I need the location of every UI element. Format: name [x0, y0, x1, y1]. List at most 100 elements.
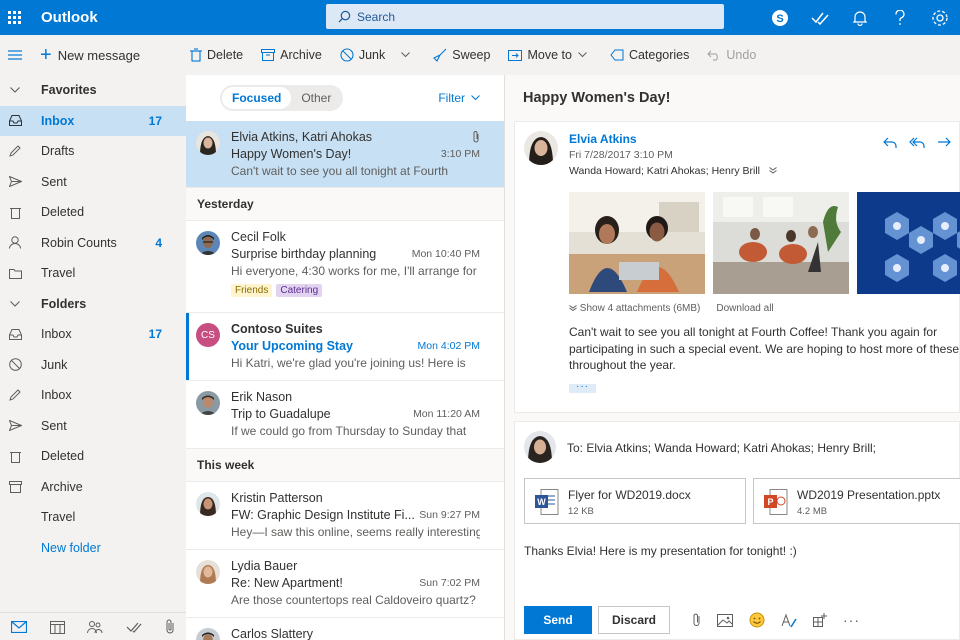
plus-icon: +	[40, 44, 52, 66]
list-item[interactable]: Carlos Slattery	[186, 618, 504, 640]
sweep-button[interactable]: Sweep	[433, 48, 490, 62]
message-subject: FW: Graphic Design Institute Fi...	[231, 508, 415, 522]
reply-icon[interactable]	[883, 137, 897, 149]
list-item[interactable]: Elvia Atkins, Katri Ahokas Happy Women's…	[186, 121, 504, 188]
show-attachments-link[interactable]: Show 4 attachments (6MB)	[569, 303, 700, 314]
search-input[interactable]: Search	[326, 4, 724, 29]
categories-button[interactable]: Categories	[610, 48, 689, 62]
inbox-icon	[8, 114, 22, 128]
insert-image-icon[interactable]	[717, 613, 733, 627]
chevron-down-icon[interactable]	[8, 297, 22, 311]
photo-attachment[interactable]	[569, 192, 705, 294]
word-doc-icon: W	[535, 489, 559, 515]
sidebar-item-folder-sent[interactable]: Sent	[0, 411, 186, 442]
photo-attachment[interactable]	[857, 192, 960, 294]
settings-gear-icon[interactable]	[920, 0, 960, 35]
tag-friends[interactable]: Friends	[231, 284, 273, 297]
send-icon	[8, 175, 22, 189]
folder-icon	[8, 266, 22, 280]
conversation-subject: Happy Women's Day!	[523, 90, 671, 106]
send-button[interactable]: Send	[524, 606, 592, 634]
hamburger-menu-icon[interactable]	[0, 50, 30, 60]
skype-icon[interactable]: S	[760, 0, 800, 35]
attached-file[interactable]: P WD2019 Presentation.pptx 4.2 MB	[753, 478, 960, 524]
expand-chevron-icon[interactable]	[769, 167, 777, 174]
message-preview: Can't wait to see you all tonight at Fou…	[231, 164, 449, 178]
message-subject: Trip to Guadalupe	[231, 407, 331, 421]
person-icon	[8, 236, 22, 250]
broom-icon	[433, 48, 447, 62]
sidebar-item-drafts[interactable]: Drafts	[0, 136, 186, 167]
todo-check-icon[interactable]	[800, 0, 840, 35]
paperclip-icon[interactable]	[165, 619, 175, 634]
reply-actions	[883, 137, 951, 149]
message-time: Mon 11:20 AM	[413, 408, 480, 420]
sidebar-item-robin-counts[interactable]: Robin Counts 4	[0, 228, 186, 259]
chevron-down-icon[interactable]	[401, 52, 411, 58]
sidebar-item-deleted[interactable]: Deleted	[0, 197, 186, 228]
undo-button[interactable]: Undo	[707, 48, 756, 62]
svg-text:W: W	[537, 497, 546, 507]
sidebar-item-folder-inbox[interactable]: Inbox 17	[0, 319, 186, 350]
help-icon[interactable]	[880, 0, 920, 35]
sidebar-item-folder-junk[interactable]: Junk	[0, 350, 186, 381]
show-more-button[interactable]: ···	[569, 382, 596, 393]
discard-button[interactable]: Discard	[598, 606, 670, 634]
calendar-icon[interactable]	[49, 620, 65, 634]
sidebar-item-folder-deleted[interactable]: Deleted	[0, 441, 186, 472]
mail-icon[interactable]	[11, 620, 28, 633]
sidebar-item-sent[interactable]: Sent	[0, 167, 186, 198]
todo-icon[interactable]	[126, 621, 142, 633]
search-placeholder: Search	[357, 9, 396, 24]
format-text-icon[interactable]	[781, 613, 797, 628]
sidebar-item-folder-archive[interactable]: Archive	[0, 472, 186, 503]
reply-recipients[interactable]: To: Elvia Atkins; Wanda Howard; Katri Ah…	[567, 441, 876, 455]
photo-attachment[interactable]	[713, 192, 849, 294]
add-ins-icon[interactable]	[813, 613, 827, 627]
tab-other[interactable]: Other	[291, 87, 341, 109]
list-item[interactable]: Cecil Folk Surprise birthday planning Mo…	[186, 221, 504, 313]
favorites-header[interactable]: Favorites	[0, 75, 186, 106]
sidebar-item-travel[interactable]: Travel	[0, 258, 186, 289]
avatar-initials: CS	[201, 329, 215, 341]
sidebar-item-inbox[interactable]: Inbox 17	[0, 105, 186, 136]
message-body: Can't wait to see you all tonight at Fou…	[569, 325, 960, 372]
people-icon[interactable]	[87, 620, 103, 634]
chevron-down-icon[interactable]	[8, 83, 22, 97]
forward-icon[interactable]	[937, 137, 951, 149]
more-options-icon[interactable]: ···	[843, 612, 860, 628]
message-subject: Re: New Apartment!	[231, 576, 343, 590]
sent-date: Fri 7/28/2017 3:10 PM	[569, 149, 673, 161]
filter-button[interactable]: Filter	[438, 91, 480, 105]
tab-focused[interactable]: Focused	[222, 87, 292, 109]
reply-body[interactable]: Thanks Elvia! Here is my presentation fo…	[524, 544, 797, 558]
reply-all-icon[interactable]	[909, 137, 925, 149]
download-all-link[interactable]: Download all	[716, 303, 773, 314]
top-bar: Outlook Search S	[0, 0, 960, 35]
new-folder-link[interactable]: New folder	[0, 533, 186, 564]
avatar	[196, 628, 220, 640]
undo-label: Undo	[726, 48, 757, 62]
list-item[interactable]: CS Contoso Suites Your Upcoming Stay Mon…	[186, 313, 504, 381]
archive-button[interactable]: Archive	[261, 48, 322, 62]
app-launcher-icon[interactable]	[0, 0, 28, 35]
attach-paperclip-icon[interactable]	[692, 613, 701, 627]
list-item[interactable]: Erik Nason Trip to Guadalupe Mon 11:20 A…	[186, 381, 504, 449]
avatar	[196, 560, 220, 584]
category-tags: Friends Catering	[231, 284, 480, 305]
sidebar-item-folder-inbox-2[interactable]: Inbox	[0, 380, 186, 411]
notifications-bell-icon[interactable]	[840, 0, 880, 35]
list-item[interactable]: Kristin Patterson FW: Graphic Design Ins…	[186, 482, 504, 550]
attached-file[interactable]: W Flyer for WD2019.docx 12 KB	[524, 478, 746, 524]
folders-header[interactable]: Folders	[0, 289, 186, 320]
junk-button[interactable]: Junk	[340, 48, 415, 62]
new-message-button[interactable]: + New message	[40, 45, 190, 65]
emoji-icon[interactable]	[749, 612, 765, 628]
delete-button[interactable]: Delete	[190, 48, 243, 62]
sender-name[interactable]: Elvia Atkins	[569, 132, 637, 146]
chevron-down-icon[interactable]	[578, 52, 587, 58]
list-item[interactable]: Lydia Bauer Re: New Apartment! Sun 7:02 …	[186, 550, 504, 618]
sidebar-item-folder-travel[interactable]: Travel	[0, 502, 186, 533]
move-to-button[interactable]: Move to	[508, 48, 591, 62]
tag-catering[interactable]: Catering	[276, 284, 323, 297]
